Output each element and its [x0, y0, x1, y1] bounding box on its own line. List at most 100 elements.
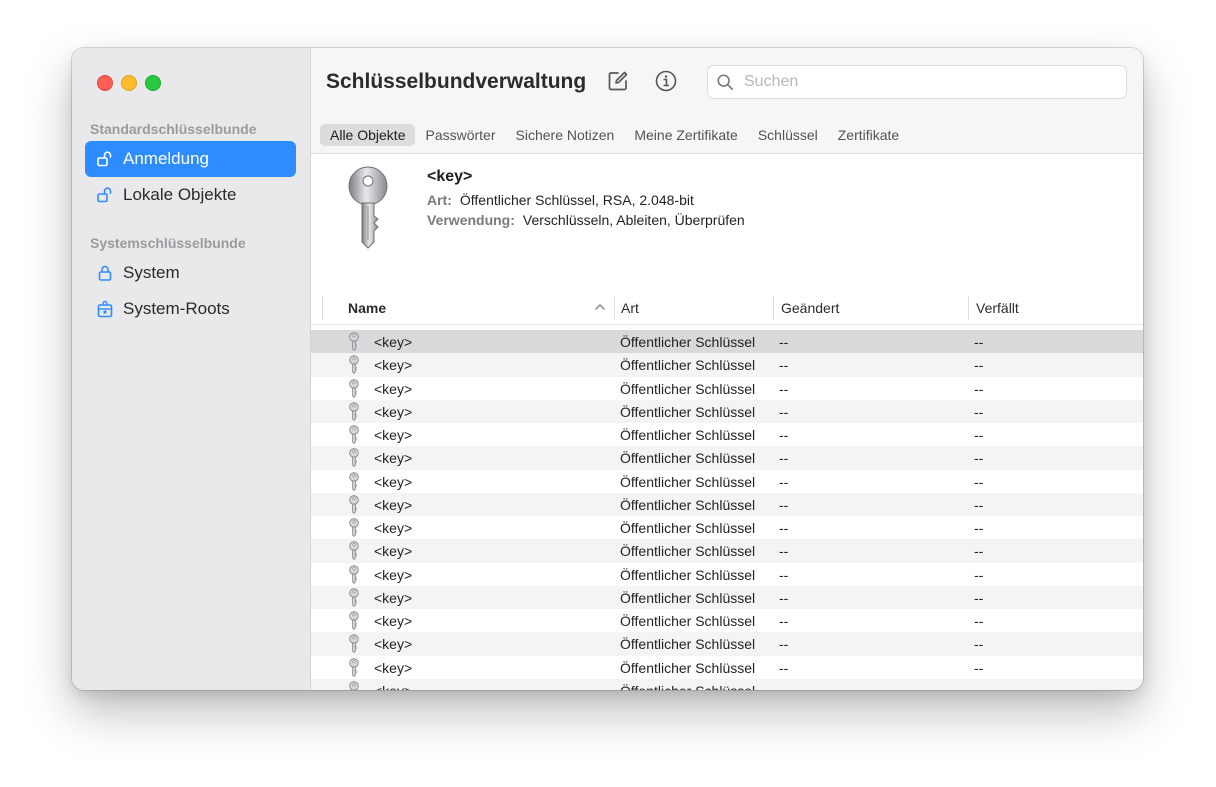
cell-geaendert: -- [779, 334, 789, 350]
column-header-verfaellt[interactable]: Verfällt [976, 300, 1019, 316]
cell-geaendert: -- [779, 636, 789, 653]
key-icon [348, 518, 360, 538]
key-icon [348, 378, 360, 398]
tab-meine-zertifikate[interactable]: Meine Zertifikate [624, 124, 747, 146]
cell-geaendert: -- [779, 613, 789, 629]
cell-geaendert: -- [779, 403, 789, 420]
unlocked-lock-icon [96, 150, 114, 168]
cabinet-lock-icon [96, 300, 114, 318]
table-row[interactable]: <key> Öffentlicher Schlüssel -- -- [311, 330, 1143, 354]
table-row[interactable]: <key> Öffentlicher Schlüssel -- -- [311, 678, 1143, 690]
cell-art: Öffentlicher Schlüssel [620, 566, 756, 583]
tab-schluessel[interactable]: Schlüssel [748, 124, 828, 146]
minimize-window-button[interactable] [121, 75, 137, 91]
sidebar-section-system: Systemschlüsselbunde [90, 235, 246, 251]
sidebar-item-system-roots[interactable]: System-Roots [85, 291, 296, 327]
cell-art: Öffentlicher Schlüssel [620, 334, 756, 350]
key-icon [348, 495, 360, 514]
cell-name: <key> [374, 520, 413, 536]
zoom-window-button[interactable] [145, 75, 161, 91]
column-separator[interactable] [968, 296, 969, 320]
compose-icon[interactable] [605, 68, 631, 94]
key-icon [348, 564, 360, 584]
search-icon [716, 72, 736, 92]
close-window-button[interactable] [97, 75, 113, 91]
column-separator[interactable] [614, 296, 615, 320]
item-detail-panel: <key> Art: Öffentlicher Schlüssel, RSA, 2… [311, 154, 1143, 292]
detail-art-line: Art: Öffentlicher Schlüssel, RSA, 2.048-b… [427, 192, 694, 208]
cell-verfaellt: -- [974, 566, 984, 583]
tab-alle-objekte[interactable]: Alle Objekte [320, 123, 416, 146]
column-header-name[interactable]: Name [348, 300, 386, 316]
cell-art: Öffentlicher Schlüssel [620, 589, 756, 606]
cell-name: <key> [374, 683, 412, 690]
cell-name: <key> [374, 427, 413, 443]
cell-art: Öffentlicher Schlüssel [620, 380, 756, 397]
cell-name: <key> [374, 636, 413, 653]
search-field[interactable] [707, 65, 1127, 99]
tab-passwoerter[interactable]: Passwörter [415, 124, 505, 146]
cell-verfaellt: -- [974, 636, 984, 653]
tab-sichere-notizen[interactable]: Sichere Notizen [506, 124, 625, 146]
cell-verfaellt: -- [974, 334, 984, 350]
table-row[interactable]: <key> Öffentlicher Schlüssel -- -- [311, 609, 1143, 632]
table-row[interactable]: <key> Öffentlicher Schlüssel -- -- [311, 516, 1143, 539]
column-header-art[interactable]: Art [621, 300, 639, 316]
table-row[interactable]: <key> Öffentlicher Schlüssel -- -- [311, 446, 1143, 470]
window-controls [97, 75, 161, 91]
sidebar-item-lokale-objekte[interactable]: Lokale Objekte [85, 177, 296, 213]
table-row[interactable]: <key> Öffentlicher Schlüssel -- -- [311, 492, 1143, 516]
cell-art: Öffentlicher Schlüssel [620, 357, 756, 374]
cell-art: Öffentlicher Schlüssel [620, 403, 756, 420]
cell-geaendert: -- [779, 427, 789, 443]
cell-name: <key> [374, 473, 413, 490]
cell-geaendert: -- [779, 357, 789, 374]
detail-title: <key> [427, 168, 473, 185]
table-row[interactable]: <key> Öffentlicher Schlüssel -- -- [311, 539, 1143, 563]
table-row[interactable]: <key> Öffentlicher Schlüssel -- -- [311, 585, 1143, 609]
cell-name: <key> [374, 450, 413, 467]
cell-art: Öffentlicher Schlüssel [620, 450, 756, 467]
unlocked-lock-icon [96, 186, 114, 204]
key-icon [348, 448, 360, 468]
cell-geaendert: -- [779, 473, 789, 490]
key-icon [348, 634, 360, 654]
table-row[interactable]: <key> Öffentlicher Schlüssel -- -- [311, 423, 1143, 446]
table-row[interactable]: <key> Öffentlicher Schlüssel -- -- [311, 399, 1143, 423]
table-row[interactable]: <key> Öffentlicher Schlüssel -- -- [311, 563, 1143, 586]
cell-verfaellt: -- [974, 357, 984, 374]
info-icon[interactable] [653, 68, 679, 94]
cell-geaendert: -- [779, 566, 789, 583]
column-header-geaendert[interactable]: Geändert [781, 300, 839, 316]
cell-art: Öffentlicher Schlüssel [620, 683, 755, 690]
sidebar-item-system[interactable]: System [85, 255, 296, 291]
sort-ascending-icon[interactable] [594, 302, 606, 312]
cell-art: Öffentlicher Schlüssel [620, 543, 756, 560]
table-row[interactable]: <key> Öffentlicher Schlüssel -- -- [311, 353, 1143, 377]
detail-verwendung-value: Verschlüsseln, Ableiten, Überprüfen [522, 212, 745, 228]
cell-verfaellt: -- [974, 683, 983, 690]
sidebar-section-standard: Standardschlüsselbunde [90, 121, 257, 137]
cell-art: Öffentlicher Schlüssel [620, 613, 756, 629]
sidebar: Standardschlüsselbunde Anmeldung Lokale … [72, 48, 311, 690]
table-row[interactable]: <key> Öffentlicher Schlüssel -- -- [311, 632, 1143, 656]
main-area: Schlüsselbundverwaltung Alle Objekte Pas… [311, 48, 1143, 690]
cell-art: Öffentlicher Schlüssel [620, 427, 756, 443]
cell-geaendert: -- [779, 496, 789, 513]
key-icon [348, 355, 360, 375]
detail-verwendung-line: Verwendung: Verschlüsseln, Ableiten, Über… [427, 212, 745, 228]
tab-zertifikate[interactable]: Zertifikate [828, 124, 909, 146]
keychain-window: Standardschlüsselbunde Anmeldung Lokale … [72, 48, 1143, 690]
cell-verfaellt: -- [974, 589, 984, 606]
sidebar-item-label: Anmeldung [123, 149, 210, 168]
category-tabs: Alle Objekte Passwörter Sichere Notizen … [311, 116, 1143, 154]
table-row[interactable]: <key> Öffentlicher Schlüssel -- -- [311, 470, 1143, 493]
table-row[interactable]: <key> Öffentlicher Schlüssel -- -- [311, 656, 1143, 679]
sidebar-item-anmeldung[interactable]: Anmeldung [85, 141, 296, 177]
search-input[interactable] [742, 72, 1126, 92]
table-row[interactable]: <key> Öffentlicher Schlüssel -- -- [311, 377, 1143, 400]
column-separator[interactable] [773, 296, 774, 320]
cell-verfaellt: -- [974, 450, 984, 467]
cell-geaendert: -- [779, 683, 788, 690]
cell-verfaellt: -- [974, 520, 984, 536]
